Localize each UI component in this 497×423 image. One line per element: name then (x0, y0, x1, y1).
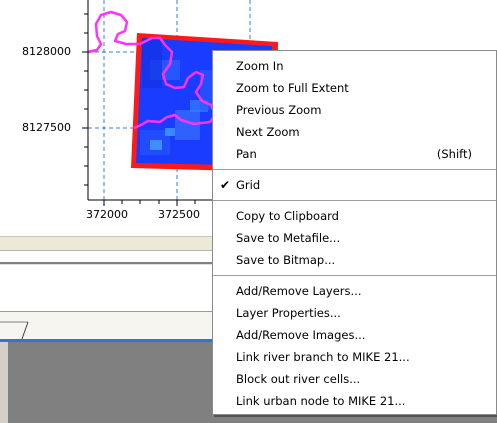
checkmark-icon: ✔ (220, 178, 231, 192)
application-window: 8128000 8127500 372000 372500 Zoom In Zoo… (0, 0, 497, 423)
menu-item-grid[interactable]: ✔ Grid (213, 174, 496, 196)
menu-item-pan[interactable]: Pan (Shift) (213, 143, 496, 165)
map-context-menu[interactable]: Zoom In Zoom to Full Extent Previous Zoom N… (212, 50, 497, 415)
menu-item-label: Link river branch to MIKE 21... (236, 350, 410, 364)
workspace-left-edge (0, 342, 8, 423)
menu-item-label: Add/Remove Layers... (236, 284, 362, 298)
menu-item-label: Save to Bitmap... (236, 253, 336, 267)
menu-item-save-to-bitmap[interactable]: Save to Bitmap... (213, 249, 496, 271)
menu-item-label: Save to Metafile... (236, 231, 341, 245)
menu-item-label: Grid (236, 178, 261, 192)
menu-item-label: Pan (236, 147, 257, 161)
menu-item-layer-properties[interactable]: Layer Properties... (213, 302, 496, 324)
menu-item-previous-zoom[interactable]: Previous Zoom (213, 99, 496, 121)
menu-item-zoom-to-full-extent[interactable]: Zoom to Full Extent (213, 77, 496, 99)
menu-item-save-to-metafile[interactable]: Save to Metafile... (213, 227, 496, 249)
menu-item-zoom-in[interactable]: Zoom In (213, 55, 496, 77)
menu-item-label: Link urban node to MIKE 21... (236, 394, 406, 408)
tab-edge (0, 321, 29, 340)
menu-item-shortcut: (Shift) (436, 147, 472, 161)
x-tick-label-2: 372500 (158, 208, 200, 221)
x-tick-label-1: 372000 (86, 208, 128, 221)
menu-item-add-remove-images[interactable]: Add/Remove Images... (213, 324, 496, 346)
panel-divider-highlight (0, 264, 212, 265)
y-tick-label-2: 8127500 (22, 121, 71, 134)
menu-separator (213, 275, 496, 276)
menu-item-label: Copy to Clipboard (236, 209, 339, 223)
menu-item-label: Zoom In (236, 59, 284, 73)
menu-separator (213, 200, 496, 201)
menu-separator (213, 169, 496, 170)
menu-item-copy-to-clipboard[interactable]: Copy to Clipboard (213, 205, 496, 227)
menu-item-label: Previous Zoom (236, 103, 322, 117)
menu-item-block-out-river-cells[interactable]: Block out river cells... (213, 368, 496, 390)
menu-item-next-zoom[interactable]: Next Zoom (213, 121, 496, 143)
menu-item-label: Next Zoom (236, 125, 300, 139)
menu-item-link-urban-node-to-mike-21[interactable]: Link urban node to MIKE 21... (213, 390, 496, 412)
y-tick-label-1: 8128000 (22, 45, 71, 58)
menu-item-label: Add/Remove Images... (236, 328, 366, 342)
menu-item-label: Zoom to Full Extent (236, 81, 349, 95)
menu-item-link-river-branch-to-mike-21[interactable]: Link river branch to MIKE 21... (213, 346, 496, 368)
menu-item-label: Block out river cells... (236, 372, 361, 386)
menu-item-add-remove-layers[interactable]: Add/Remove Layers... (213, 280, 496, 302)
menu-item-label: Layer Properties... (236, 306, 341, 320)
